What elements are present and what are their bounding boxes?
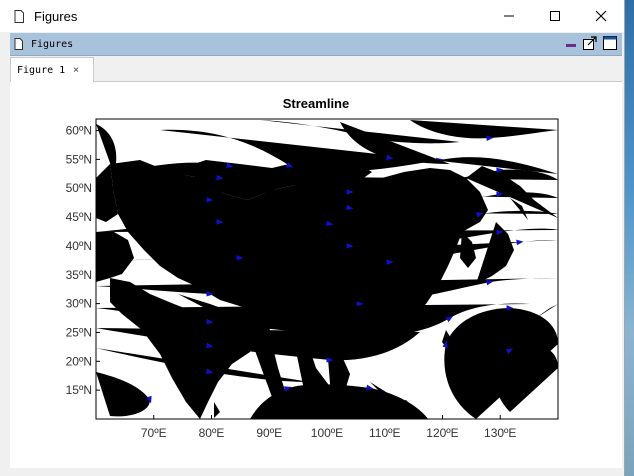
minimize-icon: [504, 15, 514, 17]
window-title: Figures: [34, 8, 78, 24]
tab-label: Figure 1: [17, 64, 66, 76]
y-tick-label: 60ºN: [66, 124, 92, 138]
x-tick-label: 90ºE: [256, 426, 282, 440]
streamline: [96, 372, 152, 417]
undock-icon[interactable]: [582, 35, 598, 51]
figure-canvas: Streamline 70ºE 80ºE 90ºE 100ºE 110ºE 120ºE 13…: [10, 82, 622, 468]
map-boundary: [214, 402, 220, 418]
streamline-plot: 70ºE 80ºE 90ºE 100ºE 110ºE 120ºE 130ºE 15ºN 20ºN…: [66, 118, 559, 440]
map-boundary: [96, 232, 134, 282]
y-tick-label: 45ºN: [66, 210, 92, 224]
close-icon: [595, 10, 607, 22]
window-titlebar[interactable]: Figures: [0, 0, 624, 32]
desktop-background: [624, 0, 634, 476]
tab-close-icon[interactable]: ×: [73, 65, 79, 76]
figures-window: Figures Figures Figure 1 × Streamline 70…: [0, 0, 625, 476]
x-tick-label: 130ºE: [484, 426, 516, 440]
y-tick-label: 50ºN: [66, 181, 92, 195]
y-tick-label: 40ºN: [66, 239, 92, 253]
x-tick-label: 110ºE: [369, 426, 401, 440]
figure-tabstrip: Figure 1 ×: [10, 56, 622, 82]
document-icon: [14, 9, 24, 23]
y-tick-label: 55ºN: [66, 152, 92, 166]
x-tick-label: 70ºE: [141, 426, 167, 440]
streamline: [495, 344, 558, 412]
y-tick-label: 25ºN: [66, 325, 92, 339]
x-tick-label: 100ºE: [311, 426, 343, 440]
streamline: [96, 124, 117, 174]
close-button[interactable]: [578, 0, 624, 32]
maximize-button[interactable]: [532, 0, 578, 32]
minimize-button[interactable]: [486, 0, 532, 32]
tab-figure-1[interactable]: Figure 1 ×: [10, 57, 94, 82]
y-tick-label: 35ºN: [66, 268, 92, 282]
x-tick-label: 120ºE: [426, 426, 458, 440]
maximize-icon: [550, 11, 560, 21]
y-tick-label: 15ºN: [66, 383, 92, 397]
document-icon: [14, 38, 23, 50]
y-tick-label: 20ºN: [66, 354, 92, 368]
panel-title: Figures: [31, 38, 74, 50]
y-tick-label: 30ºN: [66, 297, 92, 311]
panel-maximize-icon[interactable]: [602, 35, 618, 51]
streamline: [410, 120, 558, 142]
x-tick-label: 80ºE: [199, 426, 225, 440]
figures-panel-header: Figures: [10, 33, 622, 56]
panel-minimize-icon[interactable]: [564, 36, 578, 50]
